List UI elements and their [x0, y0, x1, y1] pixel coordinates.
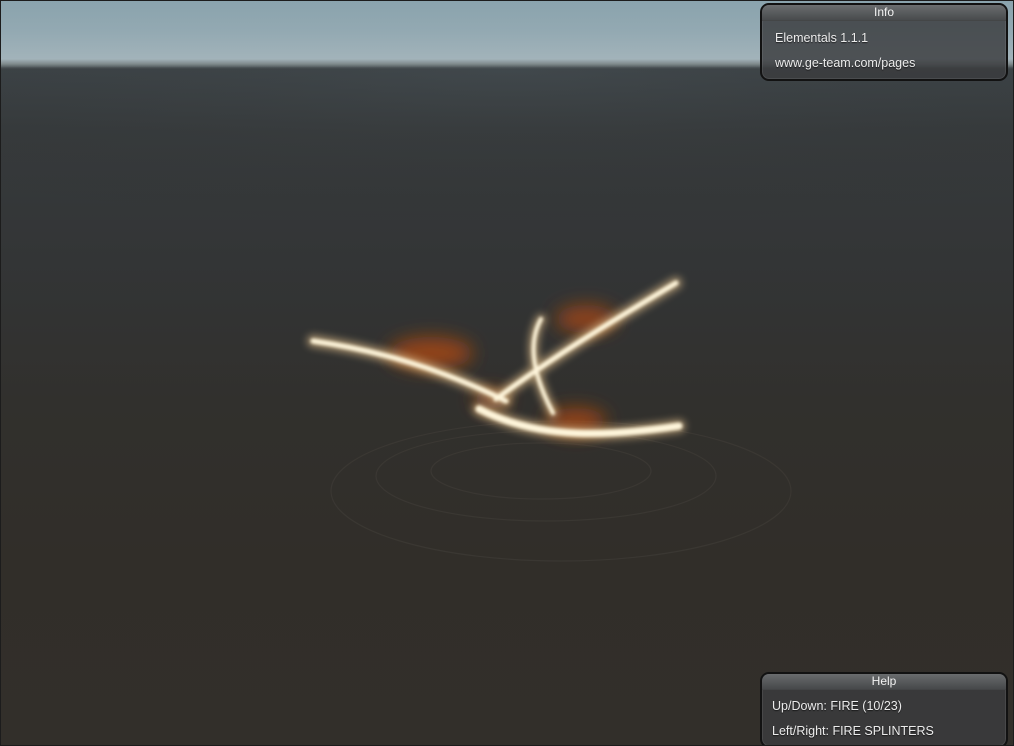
help-panel: Help Up/Down: FIRE (10/23) Left/Right: F…: [760, 672, 1008, 745]
info-panel-title: Info: [762, 5, 1006, 21]
info-panel: Info Elementals 1.1.1 www.ge-team.com/pa…: [760, 3, 1008, 81]
game-viewport[interactable]: Info Elementals 1.1.1 www.ge-team.com/pa…: [0, 0, 1014, 746]
help-panel-title: Help: [762, 674, 1006, 690]
flame-glow: [307, 277, 686, 441]
website-label: www.ge-team.com/pages: [775, 56, 916, 70]
help-left-right: Left/Right: FIRE SPLINTERS: [772, 724, 934, 738]
horizon-haze: [1, 67, 1013, 267]
ground-ripples: [330, 420, 792, 562]
version-label: Elementals 1.1.1: [775, 31, 869, 45]
fire-splinters-scene: [1, 67, 1013, 562]
help-up-down: Up/Down: FIRE (10/23): [772, 699, 902, 713]
